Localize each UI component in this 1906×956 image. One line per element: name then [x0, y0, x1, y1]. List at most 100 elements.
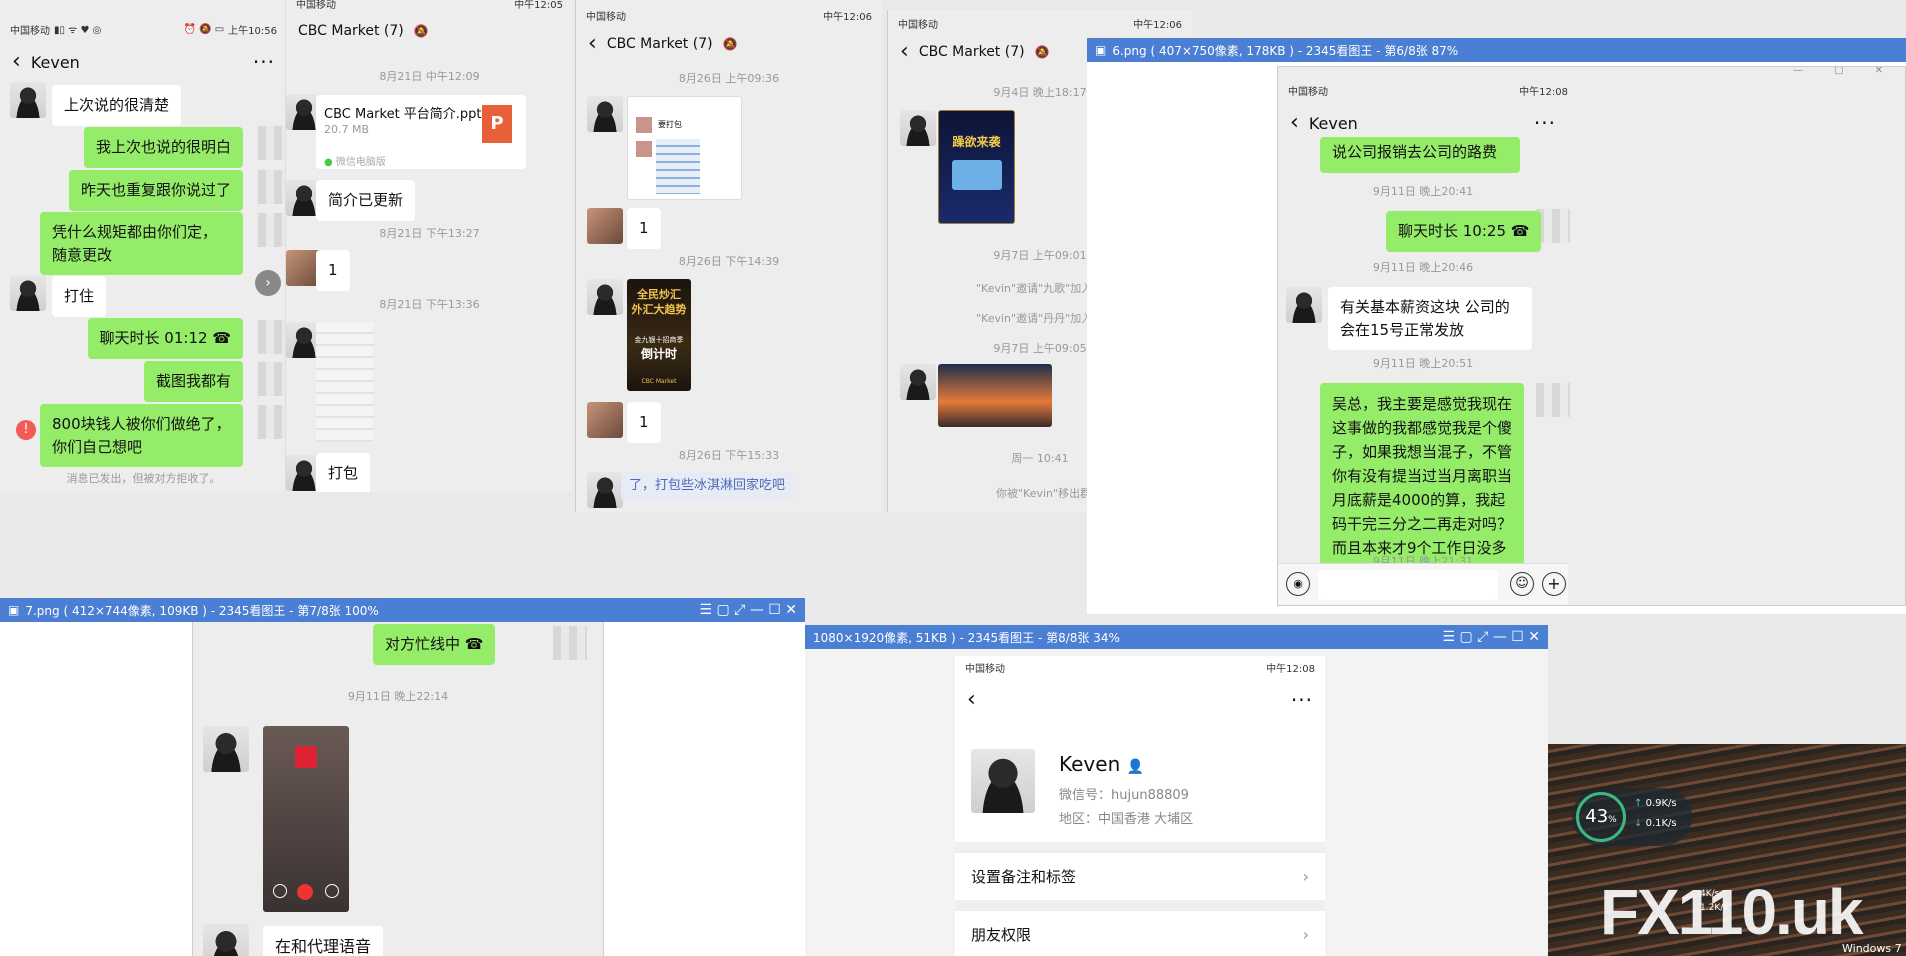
avatar — [258, 320, 287, 354]
message-bubble[interactable]: 昨天也重复跟你说过了 — [68, 170, 243, 211]
avatar[interactable] — [587, 472, 623, 508]
avatar[interactable] — [587, 279, 623, 315]
clock-label: 中午12:06 — [823, 11, 872, 23]
up-value: 0.9 — [1645, 798, 1662, 809]
avatar[interactable] — [587, 208, 623, 244]
arrow-up-icon: ↑ — [1634, 798, 1643, 809]
speaker-icon — [325, 884, 339, 898]
message-bubble[interactable]: 我上次也说的很明白 — [83, 127, 243, 168]
avatar[interactable] — [900, 364, 936, 400]
region: 地区：中国香港 大埔区 — [1059, 812, 1194, 827]
window-controls[interactable]: ☰ ▢ ⤢ — ☐ ✕ — [699, 602, 797, 618]
sunset-city-image[interactable] — [938, 364, 1052, 427]
timestamp: 8月26日 下午14:39 — [678, 255, 780, 268]
file-card[interactable]: CBC Market 平台简介.pptx 20.7 MB P ● 微信电脑版 — [316, 95, 526, 169]
call-duration-text: 聊天时长 01:12 — [99, 329, 208, 347]
more-options-icon[interactable]: ··· — [1534, 111, 1556, 135]
window-controls[interactable]: ☰ ▢ ⤢ — ☐ ✕ — [1442, 629, 1540, 645]
message-bubble[interactable]: 800块钱人被你们做绝了，你们自己想吧 — [40, 404, 243, 467]
poster-line: 倒计时 — [640, 346, 677, 361]
window-controls[interactable]: — ▢ ✕ — [1793, 67, 1897, 76]
poster-line: 外汇大趋势 — [631, 303, 687, 317]
mute-icon: 🔕 — [413, 24, 429, 38]
message-input[interactable] — [1318, 570, 1498, 600]
avatar[interactable] — [10, 275, 46, 311]
back-arrow-icon[interactable]: ‹ — [967, 689, 976, 711]
message-bubble[interactable]: 上次说的很清楚 — [52, 85, 182, 126]
profile-avatar[interactable] — [971, 749, 1035, 813]
remark-tags-row[interactable]: 设置备注和标签 › — [955, 852, 1325, 900]
thumb-avatar — [636, 117, 652, 133]
back-arrow-icon[interactable]: ‹ — [12, 51, 21, 73]
call-duration-text: 聊天时长 10:25 — [1398, 222, 1506, 240]
timestamp: 9月11日 晚上20:51 — [1372, 357, 1474, 370]
status-bar: 中国移动 中午12:06 — [888, 12, 1192, 34]
message-bubble[interactable]: 了，打包些冰淇淋回家吃吧 — [621, 472, 794, 500]
viewer-titlebar[interactable]: ▣ 7.png ( 412×744像素, 109KB ) - 2345看图王 -… — [0, 598, 805, 622]
screenshot-thumbnail[interactable] — [316, 322, 374, 442]
more-options-icon[interactable]: ··· — [253, 50, 275, 74]
voice-icon[interactable]: ◉ — [1286, 572, 1310, 596]
chat-panel-cbc-2: 中国移动 中午12:06 ‹ CBC Market (7) 🔕 8月26日 上午… — [575, 0, 882, 512]
watermark-logo: FX110.uk — [1600, 876, 1863, 948]
ppt-file-icon: P — [482, 105, 512, 143]
avatar[interactable] — [587, 96, 623, 132]
message-bubble[interactable]: 简介已更新 — [316, 180, 416, 221]
promo-poster-image[interactable]: 全民炒汇 外汇大趋势 金九银十招商季 倒计时 CBC Market — [627, 279, 691, 391]
timestamp: 9月11日 晚上20:41 — [1372, 185, 1474, 198]
message-bubble[interactable]: 1 — [627, 402, 661, 443]
carrier-label: 中国移动 — [965, 663, 1005, 675]
status-bar: 中国移动 ▮▯ ᯤ ♥ ◎ ⏰ 🔕 ▭ 上午10:56 — [0, 18, 287, 40]
call-screenshot[interactable] — [263, 726, 349, 912]
chat-header: ‹ CBC Market (7) 🔕 — [576, 26, 882, 62]
back-arrow-icon[interactable]: ‹ — [1290, 112, 1299, 134]
message-bubble[interactable]: 聊天时长 01:12 ☎ — [87, 318, 243, 359]
message-bubble[interactable]: 凭什么规矩都由你们定，随意更改 — [40, 212, 243, 275]
chat-title: Keven — [30, 52, 80, 72]
avatar[interactable] — [203, 726, 249, 772]
plus-icon[interactable]: + — [1542, 572, 1566, 596]
profile-panel: 中国移动 中午12:08 ‹ ··· Keven 👤 微信号：hujun8880… — [955, 656, 1325, 956]
back-arrow-icon[interactable]: ‹ — [900, 41, 909, 63]
viewer-titlebar[interactable]: 1080×1920像素, 51KB ) - 2345看图王 - 第8/8张 34… — [805, 625, 1548, 649]
message-bubble[interactable]: 1 — [627, 208, 661, 249]
promo-poster-image[interactable]: 躁欲来袭 — [938, 110, 1015, 224]
avatar[interactable] — [900, 110, 936, 146]
emoji-icon[interactable]: ☺ — [1510, 572, 1534, 596]
message-bubble[interactable]: 对方忙线中 ☎ — [373, 624, 496, 665]
viewer-titlebar[interactable]: ▣ 6.png ( 407×750像素, 178KB ) - 2345看图王 -… — [1087, 38, 1906, 62]
poster-graphic — [951, 160, 1002, 190]
system-notice: 消息已发出，但被对方拒收了。 — [66, 472, 221, 485]
source-label: 微信电脑版 — [335, 157, 386, 168]
chat-panel-voice: 对方忙线中 ☎ 9月11日 晚上22:14 在和代理语音 — [192, 622, 604, 956]
error-icon[interactable]: ! — [16, 420, 36, 440]
timestamp: 8月26日 下午15:33 — [678, 449, 780, 462]
message-bubble[interactable]: 说公司报销去公司的路费 — [1320, 137, 1520, 173]
poster-line: CBC Market — [641, 378, 677, 386]
message-bubble[interactable]: 聊天时长 10:25 ☎ — [1386, 211, 1542, 252]
chat-header: CBC Market (7) 🔕 — [286, 14, 573, 48]
chat-panel-keven-2: — ▢ ✕ 中国移动 中午12:08 ‹ Keven ··· 说公司报销去公司的… — [1277, 66, 1906, 606]
friend-permission-row[interactable]: 朋友权限 › — [955, 910, 1325, 956]
message-bubble[interactable]: 在和代理语音 — [263, 926, 384, 956]
next-arrow-icon[interactable]: › — [255, 270, 281, 296]
file-size: 20.7 MB — [324, 123, 370, 136]
chat-header: ‹ Keven ··· — [0, 40, 287, 84]
back-arrow-icon[interactable]: ‹ — [588, 33, 597, 55]
message-bubble[interactable]: 打住 — [52, 276, 107, 317]
avatar[interactable] — [203, 924, 249, 956]
screenshot-thumbnail[interactable]: 要打包 — [627, 96, 742, 200]
message-bubble[interactable]: 截图我都有 — [143, 361, 243, 402]
message-bubble[interactable]: 有关基本薪资这块 公司的会在15号正常发放 — [1328, 287, 1532, 350]
avatar[interactable] — [1286, 287, 1322, 323]
section-divider — [955, 842, 1325, 852]
avatar[interactable] — [587, 402, 623, 438]
message-bubble[interactable]: 打包 — [316, 453, 371, 492]
timestamp: 9月11日 晚上20:46 — [1372, 261, 1474, 274]
avatar[interactable] — [10, 82, 46, 118]
message-bubble[interactable]: 1 — [316, 250, 350, 291]
upload-speed: ↑ 0.9K/s — [1634, 798, 1677, 809]
more-options-icon[interactable]: ··· — [1291, 688, 1313, 712]
carrier-label: 中国移动 — [898, 19, 938, 31]
chat-panel-cbc-1: 中国移动 中午12:05 CBC Market (7) 🔕 8月21日 中午12… — [285, 0, 573, 492]
